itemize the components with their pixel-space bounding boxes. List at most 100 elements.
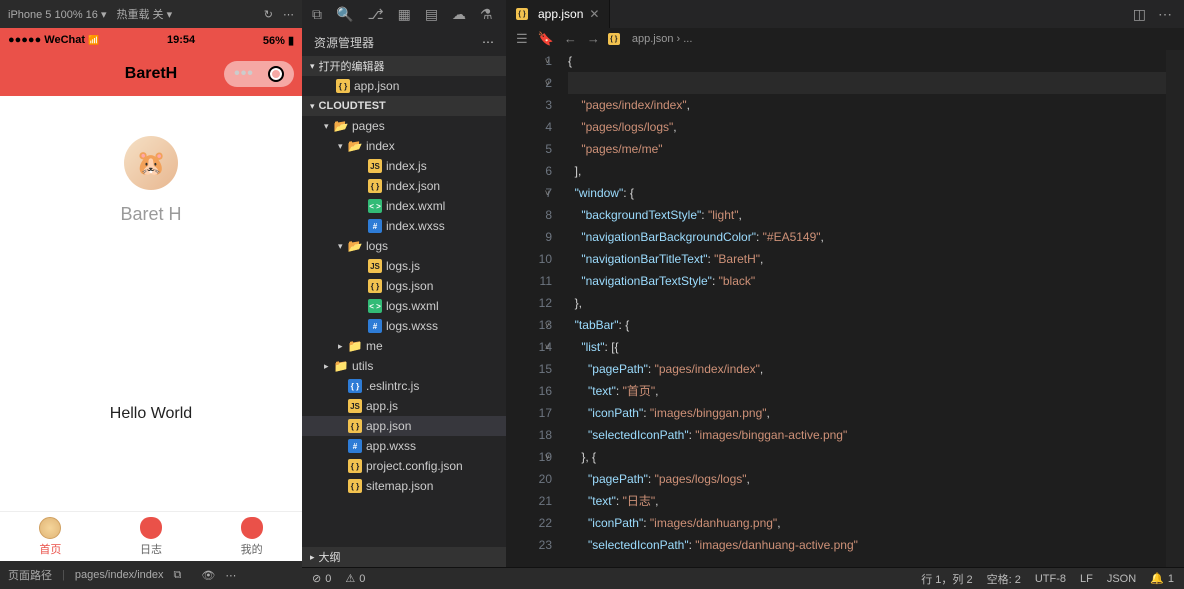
file-label: utils xyxy=(352,359,373,373)
simulator-footer: 页面路径 | pages/index/index ⧉ 👁 ⋯ xyxy=(0,561,302,589)
code-editor[interactable]: 1˅2˅34567˅8910111213˅14˅1516171819˅20212… xyxy=(506,50,1184,567)
file-tree: ▾📂pages▾📂indexJSindex.js{ }index.json< >… xyxy=(302,116,506,547)
tabbar-icon xyxy=(39,517,61,539)
username-label: Baret H xyxy=(120,204,181,225)
bookmark-icon[interactable]: 🔖 xyxy=(538,31,554,47)
device-selector[interactable]: iPhone 5 100% 16 ▾ xyxy=(8,8,106,21)
search-icon[interactable]: 🔍 xyxy=(336,6,353,23)
tabbar-icon xyxy=(241,517,263,539)
chevron-icon: ▾ xyxy=(324,121,334,132)
tree-item[interactable]: { }.eslintrc.js xyxy=(302,376,506,396)
errors-count[interactable]: ⊘ 0 xyxy=(312,572,331,585)
tree-item[interactable]: < >logs.wxml xyxy=(302,296,506,316)
tree-item[interactable]: ▾📂logs xyxy=(302,236,506,256)
tree-item[interactable]: < >index.wxml xyxy=(302,196,506,216)
reload-toggle[interactable]: 热重载 关 ▾ xyxy=(116,6,172,22)
list-icon[interactable]: ☰ xyxy=(516,31,528,47)
forward-icon[interactable]: → xyxy=(587,31,600,47)
files-icon[interactable]: ⧉ xyxy=(312,6,322,23)
back-icon[interactable]: ← xyxy=(564,31,577,47)
warnings-count[interactable]: ⚠ 0 xyxy=(345,572,365,585)
open-editor-item[interactable]: { }app.json xyxy=(302,76,506,96)
cloud-icon[interactable]: ☁ xyxy=(452,6,466,23)
eye-icon[interactable]: 👁 xyxy=(201,569,215,582)
page-content: 🐹 Baret H Hello World xyxy=(0,96,302,511)
file-label: project.config.json xyxy=(366,459,463,473)
language-indicator[interactable]: JSON xyxy=(1107,573,1136,585)
tree-item[interactable]: JS logs.js xyxy=(302,256,506,276)
tab-more-icon[interactable]: ⋯ xyxy=(1158,6,1172,23)
branch-icon[interactable]: ⎇ xyxy=(367,6,383,23)
file-icon: { } xyxy=(368,279,382,293)
file-label: index.js xyxy=(386,159,427,173)
chevron-icon: ▸ xyxy=(338,341,348,352)
refresh-icon[interactable]: ↻ xyxy=(264,8,273,21)
outline-section[interactable]: ▸大纲 xyxy=(302,547,506,567)
tab-close-icon[interactable]: ✕ xyxy=(589,7,599,21)
code-content[interactable]: { "pages": [ "pages/index/index", "pages… xyxy=(568,50,1166,567)
ext-icon1[interactable]: ▦ xyxy=(398,6,411,23)
tree-item[interactable]: JSapp.js xyxy=(302,396,506,416)
tabbar-item-1[interactable]: 日志 xyxy=(101,512,202,561)
file-label: .eslintrc.js xyxy=(366,379,419,393)
avatar[interactable]: 🐹 xyxy=(124,136,178,190)
explorer-panel: ⧉ 🔍 ⎇ ▦ ▤ ☁ ⚗ 资源管理器 ⋯ ▾打开的编辑器 { }app.jso… xyxy=(302,0,506,589)
eol-indicator[interactable]: LF xyxy=(1080,573,1093,585)
json-icon: { } xyxy=(516,8,528,20)
beaker-icon[interactable]: ⚗ xyxy=(480,6,493,23)
editor-tabs: { } app.json ✕ ◫ ⋯ xyxy=(506,0,1184,28)
tree-item[interactable]: ▾📂index xyxy=(302,136,506,156)
tree-item[interactable]: #logs.wxss xyxy=(302,316,506,336)
tabbar-item-2[interactable]: 我的 xyxy=(201,512,302,561)
copy-icon[interactable]: ⧉ xyxy=(174,569,182,582)
more-footer-icon[interactable]: ⋯ xyxy=(225,569,236,582)
chevron-icon: ▸ xyxy=(324,361,334,372)
minimap[interactable] xyxy=(1166,50,1184,567)
tree-item[interactable]: { }app.json xyxy=(302,416,506,436)
tree-item[interactable]: ▾📂pages xyxy=(302,116,506,136)
breadcrumb-path[interactable]: app.json › ... xyxy=(632,33,693,45)
tree-item[interactable]: JS index.js xyxy=(302,156,506,176)
encoding-indicator[interactable]: UTF-8 xyxy=(1035,573,1066,585)
file-icon: 📂 xyxy=(348,139,362,153)
file-label: app.js xyxy=(366,399,398,413)
statusbar-right: 行 1，列 2 空格: 2 UTF-8 LF JSON 🔔 1 xyxy=(506,567,1184,589)
file-icon: JS xyxy=(368,259,382,273)
ext-icon2[interactable]: ▤ xyxy=(425,6,438,23)
menu-icon[interactable]: ••• xyxy=(234,65,254,83)
tree-item[interactable]: #index.wxss xyxy=(302,216,506,236)
tree-item[interactable]: { }logs.json xyxy=(302,276,506,296)
more-icon[interactable]: ⋯ xyxy=(283,8,294,21)
file-label: logs.js xyxy=(386,259,420,273)
chevron-icon: ▾ xyxy=(338,141,348,152)
bell-icon[interactable]: 🔔 1 xyxy=(1150,572,1174,585)
page-path[interactable]: pages/index/index xyxy=(75,569,164,581)
cursor-position[interactable]: 行 1，列 2 xyxy=(921,571,972,587)
tree-item[interactable]: ▸📁me xyxy=(302,336,506,356)
file-icon: { } xyxy=(348,479,362,493)
file-icon: 📁 xyxy=(348,339,362,353)
editor-tab-active[interactable]: { } app.json ✕ xyxy=(506,0,610,28)
tree-item[interactable]: { }sitemap.json xyxy=(302,476,506,496)
explorer-title: 资源管理器 xyxy=(314,34,374,51)
file-icon: JS xyxy=(368,159,382,173)
tabbar-item-0[interactable]: 首页 xyxy=(0,512,101,561)
close-icon[interactable] xyxy=(268,66,284,82)
tabbar-label: 日志 xyxy=(140,541,162,557)
tree-item[interactable]: #app.wxss xyxy=(302,436,506,456)
tree-item[interactable]: ▸📁utils xyxy=(302,356,506,376)
tree-item[interactable]: { } project.config.json xyxy=(302,456,506,476)
file-label: logs.wxss xyxy=(386,319,438,333)
ide-top-icons: ⧉ 🔍 ⎇ ▦ ▤ ☁ ⚗ xyxy=(302,0,506,28)
spaces-indicator[interactable]: 空格: 2 xyxy=(987,571,1021,587)
explorer-more-icon[interactable]: ⋯ xyxy=(482,35,494,49)
simulator-panel: iPhone 5 100% 16 ▾ 热重载 关 ▾ ↻ ⋯ ●●●●● WeC… xyxy=(0,0,302,589)
project-root-section[interactable]: ▾CLOUDTEST xyxy=(302,96,506,116)
tree-item[interactable]: { }index.json xyxy=(302,176,506,196)
capsule-button[interactable]: ••• xyxy=(224,61,294,87)
split-icon[interactable]: ◫ xyxy=(1133,6,1146,23)
open-editors-section[interactable]: ▾打开的编辑器 xyxy=(302,56,506,76)
file-icon: { } xyxy=(348,459,362,473)
editor-panel: { } app.json ✕ ◫ ⋯ ☰ 🔖 ← → { } app.json … xyxy=(506,0,1184,589)
clock-label: 19:54 xyxy=(167,34,195,46)
